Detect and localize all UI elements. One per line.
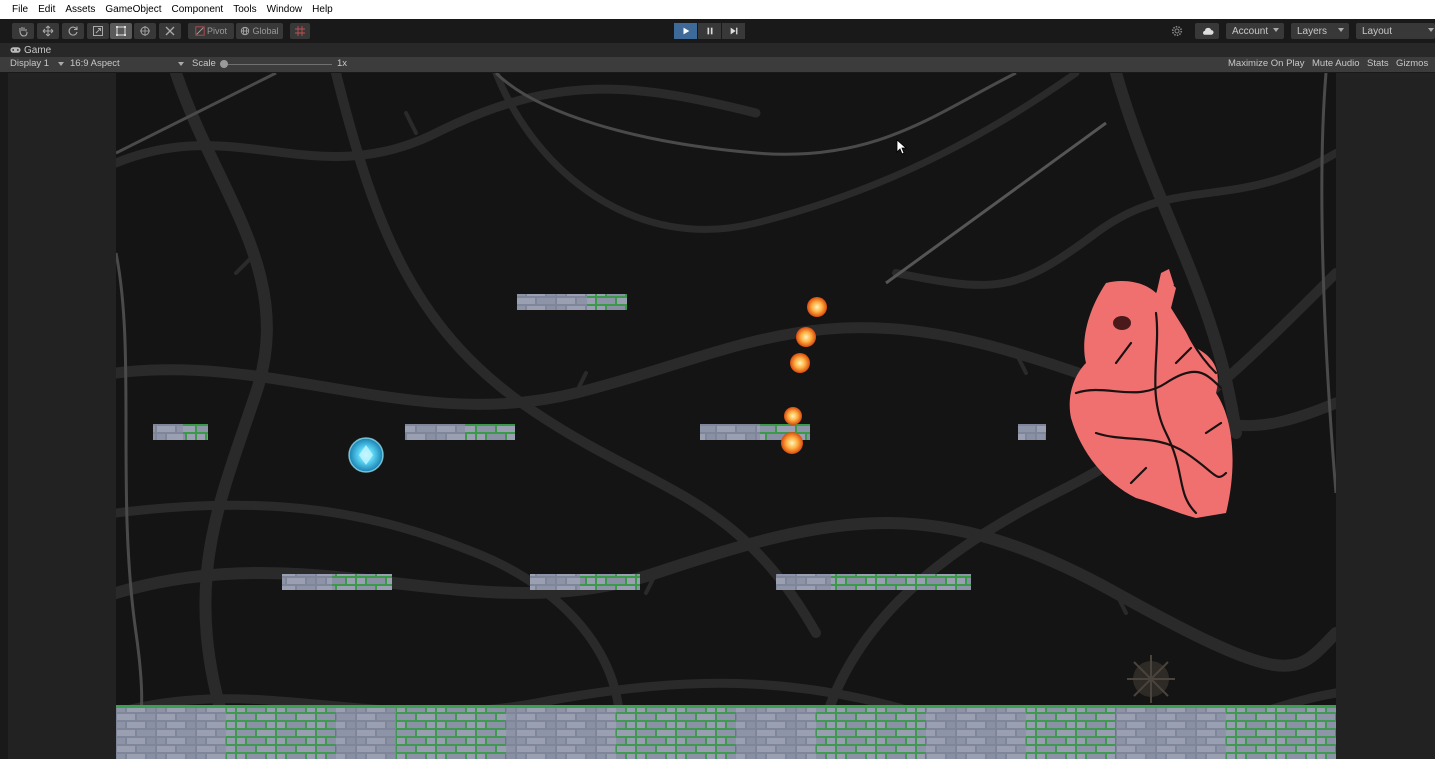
account-dropdown[interactable]: Account [1226, 23, 1284, 39]
ground-moss [1226, 707, 1336, 759]
light-streak [885, 121, 1107, 285]
rect-tool-button[interactable] [110, 23, 132, 39]
global-toggle[interactable]: Global [236, 23, 283, 39]
ground-moss [1026, 707, 1116, 759]
globe-icon [241, 26, 250, 36]
hand-icon [19, 27, 28, 37]
global-label: Global [252, 26, 279, 36]
move-tool-button[interactable] [37, 23, 59, 39]
platforms [153, 294, 1046, 590]
step-button[interactable] [722, 23, 745, 39]
play-button[interactable] [674, 23, 697, 39]
main-toolbar: Pivot Global Account Layers Layout [0, 19, 1435, 43]
play-icon [683, 27, 689, 35]
player-orb [348, 437, 384, 473]
aspect-dropdown[interactable]: 16:9 Aspect [70, 58, 120, 69]
maximize-on-play-toggle[interactable]: Maximize On Play [1228, 58, 1305, 69]
ground-edge [116, 705, 1336, 708]
ground-moss [396, 707, 506, 759]
custom-tool-button[interactable] [159, 23, 181, 39]
spike-ball-hazard [1127, 655, 1175, 703]
menu-bar: File Edit Assets GameObject Component To… [0, 0, 1435, 19]
layout-dropdown[interactable]: Layout [1356, 23, 1435, 39]
menu-gameobject[interactable]: GameObject [100, 4, 166, 15]
chevron-down-icon [1338, 28, 1344, 32]
scale-slider-handle[interactable] [220, 60, 228, 68]
menu-window[interactable]: Window [262, 4, 308, 15]
ground-moss [226, 707, 336, 759]
ground-moss [616, 707, 736, 759]
transform-tool-button[interactable] [134, 23, 156, 39]
menu-help[interactable]: Help [307, 4, 338, 15]
layout-label: Layout [1362, 25, 1393, 37]
menu-component[interactable]: Component [167, 4, 229, 15]
chevron-down-icon [178, 62, 184, 66]
chevron-down-icon [58, 62, 64, 66]
platform [1018, 424, 1046, 440]
menu-tools[interactable]: Tools [228, 4, 261, 15]
grid-snap-icon [295, 26, 305, 36]
services-button[interactable] [1168, 23, 1186, 39]
playback-controls [674, 23, 746, 39]
menu-file[interactable]: File [0, 4, 33, 15]
scale-tool-button[interactable] [87, 23, 109, 39]
menu-assets[interactable]: Assets [60, 4, 100, 15]
gear-icon [1171, 25, 1183, 37]
layers-label: Layers [1297, 25, 1328, 37]
platform [517, 294, 587, 310]
pivot-label: Pivot [206, 26, 227, 36]
hand-tool-button[interactable] [12, 23, 34, 39]
scale-icon [93, 26, 103, 36]
step-icon [730, 27, 737, 35]
scale-slider-track[interactable] [224, 64, 332, 65]
pivot-toggle[interactable]: Pivot [188, 23, 234, 39]
cloud-icon [1202, 27, 1214, 35]
scale-value: 1x [337, 58, 348, 69]
platform [465, 424, 515, 440]
platform [183, 424, 208, 440]
pause-icon [707, 27, 712, 35]
platform [776, 574, 831, 590]
move-icon [42, 25, 54, 37]
platform [282, 574, 332, 590]
platform [580, 574, 640, 590]
pivot-icon [195, 26, 205, 36]
platform [831, 574, 971, 590]
game-view[interactable] [116, 73, 1336, 759]
chevron-down-icon [1273, 28, 1279, 32]
game-scene [116, 73, 1336, 759]
stats-toggle[interactable]: Stats [1367, 58, 1389, 69]
tab-bar: Game [0, 43, 1435, 57]
ground-moss [816, 707, 926, 759]
cloud-button[interactable] [1195, 23, 1219, 39]
platform [153, 424, 183, 440]
platform [700, 424, 760, 440]
platform [332, 574, 392, 590]
platform [587, 294, 627, 310]
platform [530, 574, 580, 590]
mute-audio-toggle[interactable]: Mute Audio [1312, 58, 1360, 69]
account-label: Account [1232, 25, 1269, 37]
custom-tool-icon [165, 26, 175, 36]
tab-game-label: Game [24, 44, 52, 56]
mouse-cursor-icon [896, 139, 908, 155]
menu-edit[interactable]: Edit [33, 4, 60, 15]
platform [405, 424, 465, 440]
letterbox-right [1336, 73, 1435, 759]
tab-game[interactable]: Game [10, 43, 51, 57]
layers-dropdown[interactable]: Layers [1291, 23, 1349, 39]
game-view-toolbar: Display 1 16:9 Aspect Scale 1x Maximize … [0, 57, 1435, 72]
gizmos-toggle[interactable]: Gizmos [1396, 58, 1428, 69]
display-dropdown[interactable]: Display 1 [10, 58, 49, 69]
gamepad-icon [10, 47, 21, 53]
grid-snap-button[interactable] [290, 23, 310, 39]
transform-icon [140, 26, 150, 36]
scale-label: Scale [192, 58, 216, 69]
chevron-down-icon [1428, 28, 1434, 32]
rotate-tool-button[interactable] [62, 23, 84, 39]
rect-icon [116, 26, 126, 36]
rotate-icon [68, 26, 78, 36]
pause-button[interactable] [698, 23, 721, 39]
